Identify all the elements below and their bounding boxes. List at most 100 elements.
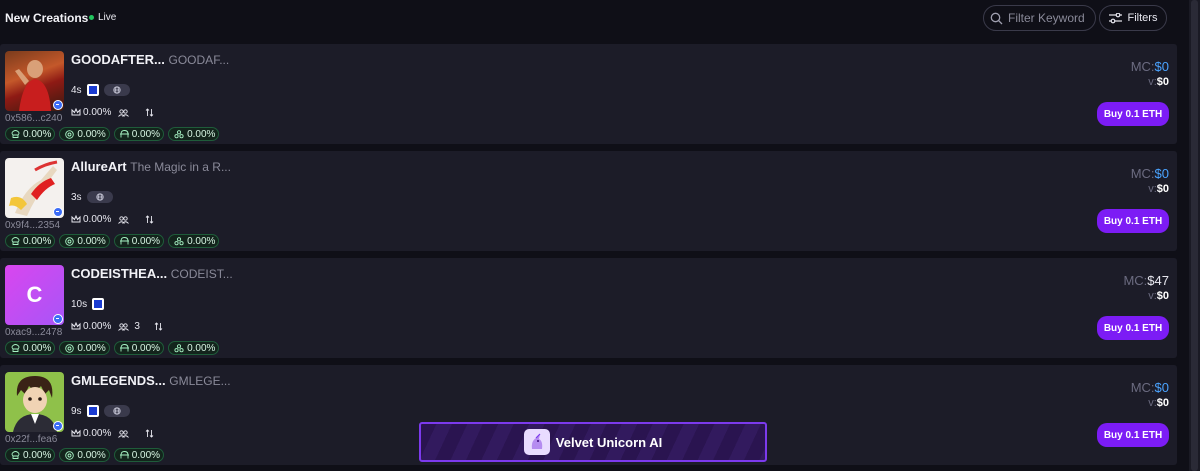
promo-label: Velvet Unicorn AI — [555, 434, 663, 450]
volume: v:$0 — [1148, 183, 1169, 195]
sliders-icon — [1108, 12, 1122, 23]
pill-value: 0.00% — [23, 128, 52, 140]
telegram-icon[interactable] — [86, 405, 99, 417]
globe-icon[interactable] — [86, 191, 113, 203]
eth-chain-icon — [53, 314, 63, 324]
market-cap: MC:$0 — [1131, 380, 1169, 395]
mc-label: MC: — [1130, 59, 1155, 74]
chef-hat-icon — [11, 344, 20, 352]
search-icon — [990, 12, 1003, 24]
pill-value: 0.00% — [131, 342, 161, 354]
stat-pill: 0.00% — [113, 341, 165, 355]
filters-button[interactable]: Filters — [1099, 5, 1167, 31]
mc-value: $0 — [1154, 380, 1169, 395]
users-icon — [118, 215, 130, 224]
mc-value: $0 — [1154, 59, 1169, 74]
top10-percent: 0.00% — [83, 428, 112, 439]
users-icon — [118, 429, 130, 438]
token-address[interactable]: 0x586...c240 — [5, 113, 62, 124]
token-age: 9s — [71, 405, 82, 417]
token-name[interactable]: GOODAFTER... GOODAF... — [71, 52, 229, 67]
buy-button[interactable]: Buy 0.1 ETH — [1097, 423, 1169, 447]
pill-value: 0.00% — [131, 128, 161, 140]
chef-hat-icon — [11, 130, 20, 138]
vol-label: v: — [1148, 76, 1157, 88]
token-meta-row: 10s — [71, 298, 105, 310]
token-card[interactable]: 0x586...c240 GOODAFTER... GOODAF... 4s 0… — [0, 44, 1177, 144]
buy-button[interactable]: Buy 0.1 ETH — [1097, 102, 1169, 126]
token-card[interactable]: C 0xac9...2478 CODEISTHEA... CODEIST... … — [0, 258, 1177, 358]
token-name[interactable]: GMLEGENDS... GMLEGE... — [71, 373, 231, 388]
market-cap: MC:$0 — [1131, 59, 1169, 74]
live-dot-icon — [89, 15, 94, 20]
unicorn-logo-icon — [523, 429, 550, 455]
swap-arrows-icon — [146, 108, 154, 117]
stat-pill: 0.00% — [5, 127, 56, 141]
target-icon — [65, 450, 75, 460]
users-icon — [118, 108, 130, 117]
telegram-icon[interactable] — [92, 298, 105, 310]
token-address[interactable]: 0xac9...2478 — [5, 327, 62, 338]
pill-value: 0.00% — [187, 342, 216, 354]
token-address[interactable]: 0x9f4...2354 — [5, 220, 60, 231]
stat-pills: 0.00% 0.00% 0.00% 0.00% — [5, 127, 223, 141]
globe-icon[interactable] — [103, 405, 130, 417]
scrollbar-thumb[interactable] — [1191, 0, 1198, 471]
vol-value: $0 — [1156, 290, 1169, 302]
stat-pill: 0.00% — [5, 234, 56, 248]
volume: v:$0 — [1148, 290, 1169, 302]
volume: v:$0 — [1148, 397, 1169, 409]
ghost-icon — [119, 237, 129, 245]
scrollbar[interactable] — [1189, 0, 1200, 471]
swap-arrows-icon — [146, 429, 154, 438]
stat-pill: 0.00% — [59, 234, 110, 248]
token-name[interactable]: CODEISTHEA... CODEIST... — [71, 266, 233, 281]
mc-label: MC: — [1130, 166, 1155, 181]
chef-hat-icon — [11, 451, 20, 459]
token-age: 4s — [71, 84, 82, 96]
top10-percent: 0.00% — [83, 321, 112, 332]
buy-button[interactable]: Buy 0.1 ETH — [1097, 209, 1169, 233]
search-placeholder: Filter Keyword — [1008, 11, 1085, 25]
page-title: New Creations — [5, 11, 89, 25]
pill-value: 0.00% — [23, 342, 52, 354]
token-name[interactable]: AllureArt The Magic in a R... — [71, 159, 231, 174]
avatar-letter: C — [26, 282, 43, 307]
pill-value: 0.00% — [187, 235, 216, 247]
mc-value: $0 — [1154, 166, 1169, 181]
token-stats-row: 0.00% 3 — [71, 321, 165, 332]
pill-value: 0.00% — [23, 449, 52, 461]
volume: v:$0 — [1148, 76, 1169, 88]
stat-pill: 0.00% — [59, 127, 110, 141]
search-input[interactable]: Filter Keyword — [983, 5, 1096, 31]
holder-count: 3 — [134, 321, 140, 332]
vol-value: $0 — [1156, 183, 1169, 195]
group-icon — [174, 129, 184, 138]
promo-banner[interactable]: Velvet Unicorn AI — [419, 422, 767, 462]
globe-icon[interactable] — [103, 84, 130, 96]
eth-chain-icon — [53, 100, 63, 110]
buy-button[interactable]: Buy 0.1 ETH — [1097, 316, 1169, 340]
stat-pill: 0.00% — [113, 127, 165, 141]
pill-value: 0.00% — [77, 449, 106, 461]
crown-icon — [71, 322, 81, 330]
header: New Creations Live Filter Keyword Filter… — [0, 0, 1190, 36]
target-icon — [65, 343, 75, 353]
token-card[interactable]: 0x9f4...2354 AllureArt The Magic in a R.… — [0, 151, 1177, 251]
token-name-text: CODEISTHEA... — [71, 266, 168, 281]
swap-arrows-icon — [146, 215, 154, 224]
stat-pill: 0.00% — [168, 127, 220, 141]
token-description: GOODAF... — [168, 53, 230, 67]
stat-pills: 0.00% 0.00% 0.00% 0.00% — [5, 234, 223, 248]
pill-value: 0.00% — [131, 235, 161, 247]
crown-icon — [71, 429, 81, 437]
telegram-icon[interactable] — [86, 84, 99, 96]
vol-value: $0 — [1156, 76, 1169, 88]
stat-pill: 0.00% — [113, 448, 165, 462]
mc-label: MC: — [1123, 273, 1148, 288]
token-description: CODEIST... — [170, 267, 233, 281]
stat-pill: 0.00% — [168, 341, 220, 355]
pill-value: 0.00% — [77, 342, 106, 354]
pill-value: 0.00% — [77, 128, 106, 140]
token-address[interactable]: 0x22f...fea6 — [5, 434, 57, 445]
